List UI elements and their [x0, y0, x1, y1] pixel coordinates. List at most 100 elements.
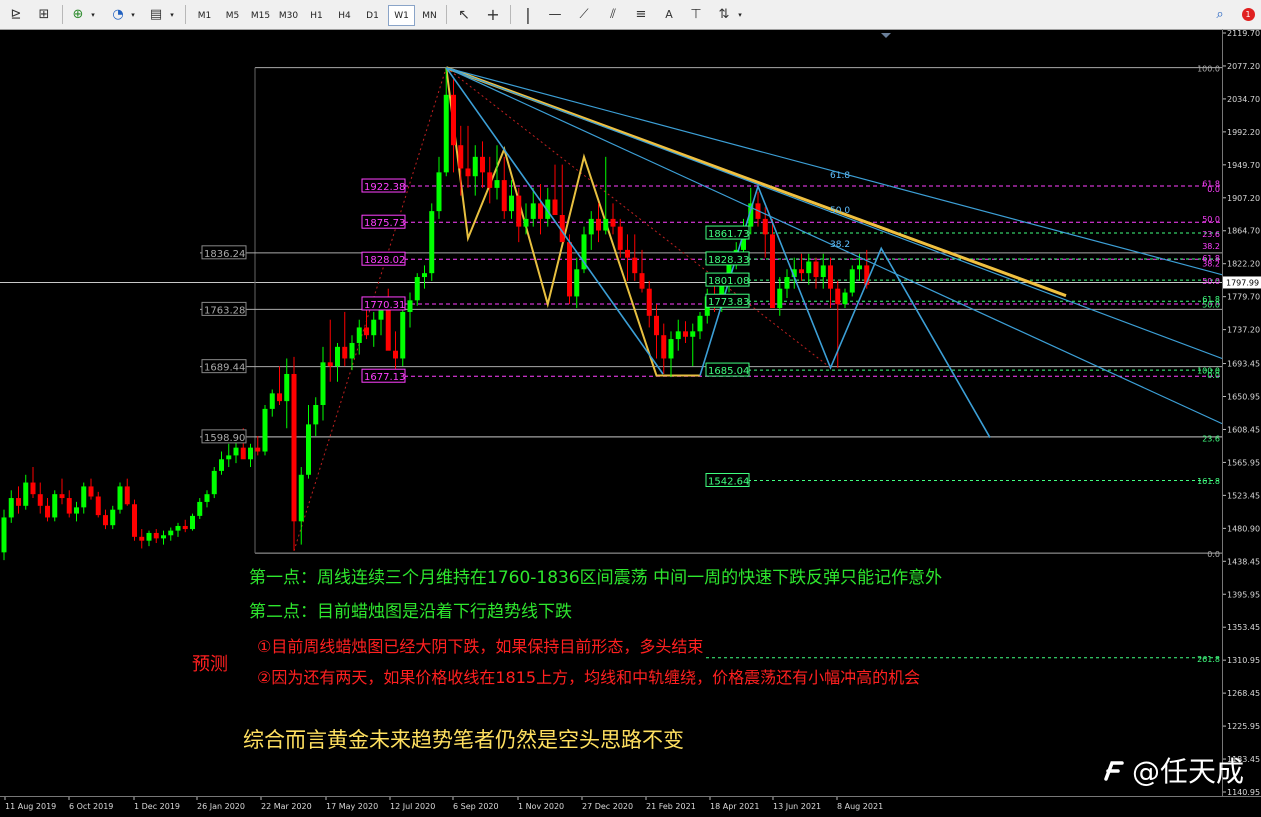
level-label: 1763.28: [204, 305, 245, 316]
watermark: @任天成: [1100, 750, 1244, 790]
notification-icon[interactable]: 1: [1238, 5, 1258, 24]
candle-body: [443, 94, 449, 173]
fib-ratio-label: 0.0: [1207, 550, 1220, 559]
time-tick-label: 22 Mar 2020: [261, 802, 312, 811]
level-label: 1685.04: [708, 366, 749, 377]
candle-body: [139, 536, 145, 541]
candle: [262, 404, 268, 456]
timeframe-d1[interactable]: D1: [359, 5, 386, 26]
candle: [88, 478, 94, 500]
chevron-down-icon[interactable]: ▾: [89, 5, 97, 24]
timeframe-mn[interactable]: MN: [416, 5, 443, 26]
timeframe-h1[interactable]: H1: [303, 5, 330, 26]
candle-body: [66, 498, 72, 514]
candle: [603, 156, 609, 235]
candle-body: [530, 203, 536, 219]
chevron-down-icon[interactable]: ▾: [168, 5, 176, 24]
cursor-icon[interactable]: ↖: [454, 5, 474, 24]
watermark-text: @任天成: [1132, 755, 1245, 788]
vertical-line-icon[interactable]: |: [518, 5, 538, 24]
chevron-down-icon[interactable]: ▾: [129, 5, 137, 24]
candle-body: [828, 265, 833, 289]
arrows-icon[interactable]: ⇅: [714, 5, 734, 24]
price-tick-label: 1225.95: [1227, 722, 1260, 731]
notification-badge: 1: [1241, 8, 1255, 21]
clock-icon[interactable]: ◔: [108, 5, 128, 24]
candle-body: [153, 532, 159, 539]
horizontal-line-icon[interactable]: —: [545, 5, 565, 24]
timeframe-w1[interactable]: W1: [388, 5, 415, 26]
price-tick-label: 1268.45: [1227, 689, 1260, 698]
candle: [298, 467, 304, 545]
candle-body: [588, 218, 594, 235]
candle-body: [298, 474, 304, 522]
crosshair-icon[interactable]: +: [483, 5, 503, 24]
candle: [342, 311, 348, 367]
timeframe-m15[interactable]: M15: [247, 5, 274, 26]
price-tick-label: 2077.20: [1227, 62, 1260, 71]
chevron-down-icon[interactable]: ▾: [736, 5, 744, 24]
candle-body: [8, 498, 14, 518]
timeframe-h4[interactable]: H4: [331, 5, 358, 26]
text-label-icon[interactable]: ⊤: [686, 5, 706, 24]
candle: [407, 292, 413, 328]
candle-body: [371, 319, 377, 336]
candle-body: [269, 393, 275, 409]
candle: [668, 331, 674, 378]
candle-body: [393, 350, 398, 359]
candle-body: [596, 218, 601, 231]
candle: [690, 323, 696, 367]
candle-body: [37, 494, 43, 506]
timeframe-m1[interactable]: M1: [191, 5, 218, 26]
fib-ratio-label: 0.0: [1207, 371, 1220, 380]
chart-shift-marker[interactable]: [881, 33, 891, 38]
candle-body: [204, 494, 210, 502]
template-icon[interactable]: ▤: [146, 5, 166, 24]
candle: [393, 331, 398, 374]
price-tick-label: 1737.20: [1227, 326, 1260, 335]
chart-line-icon[interactable]: ⊵: [6, 5, 26, 24]
fan-ratio-label: 50.0: [830, 206, 850, 216]
time-tick-label: 12 Jul 2020: [390, 802, 435, 811]
new-chart-icon[interactable]: ⊕: [68, 5, 88, 24]
level-label: 1828.02: [364, 255, 405, 266]
candle: [16, 486, 21, 514]
downtrend-line: [445, 66, 1067, 298]
forecast-label: 预测: [192, 654, 228, 675]
candle: [8, 490, 14, 523]
candle: [74, 501, 79, 522]
candle-body: [777, 288, 783, 309]
candle: [124, 478, 130, 506]
candle: [458, 125, 464, 196]
fib-ratio-label: 38.2: [1202, 242, 1220, 251]
candle-body: [385, 308, 391, 351]
level-label: 1689.44: [204, 363, 245, 374]
trendline-icon[interactable]: ⟋: [574, 5, 594, 24]
search-icon[interactable]: ⌕: [1210, 5, 1230, 24]
candle: [422, 265, 427, 289]
time-tick-label: 1 Dec 2019: [134, 802, 180, 811]
candle: [146, 530, 152, 547]
fibonacci-icon[interactable]: ≡: [631, 5, 651, 24]
timeframe-m30[interactable]: M30: [275, 5, 302, 26]
candle-body: [335, 346, 340, 367]
timeframe-m5[interactable]: M5: [219, 5, 246, 26]
candle: [472, 145, 478, 196]
candle: [574, 257, 580, 309]
candle: [197, 498, 203, 519]
price-tick-label: 1565.95: [1227, 458, 1260, 467]
level-label: 1861.73: [708, 229, 749, 240]
candle-body: [813, 261, 819, 278]
candle: [552, 164, 558, 216]
price-tick-label: 2119.70: [1227, 29, 1260, 38]
equidistant-channel-icon[interactable]: ⫽: [603, 5, 623, 24]
level-label: 1598.90: [204, 433, 245, 444]
candle-body: [356, 327, 362, 343]
text-tool-icon[interactable]: A: [659, 5, 679, 24]
candle-body: [646, 288, 652, 316]
profiles-icon[interactable]: ⊞: [34, 5, 54, 24]
candle: [110, 505, 116, 530]
price-tick-label: 2034.70: [1227, 95, 1260, 104]
candle: [132, 499, 137, 541]
forecast-2: ②因为还有两天，如果价格收线在1815上方，均线和中轨缠绕，价格震荡还有小幅冲高…: [257, 668, 921, 687]
